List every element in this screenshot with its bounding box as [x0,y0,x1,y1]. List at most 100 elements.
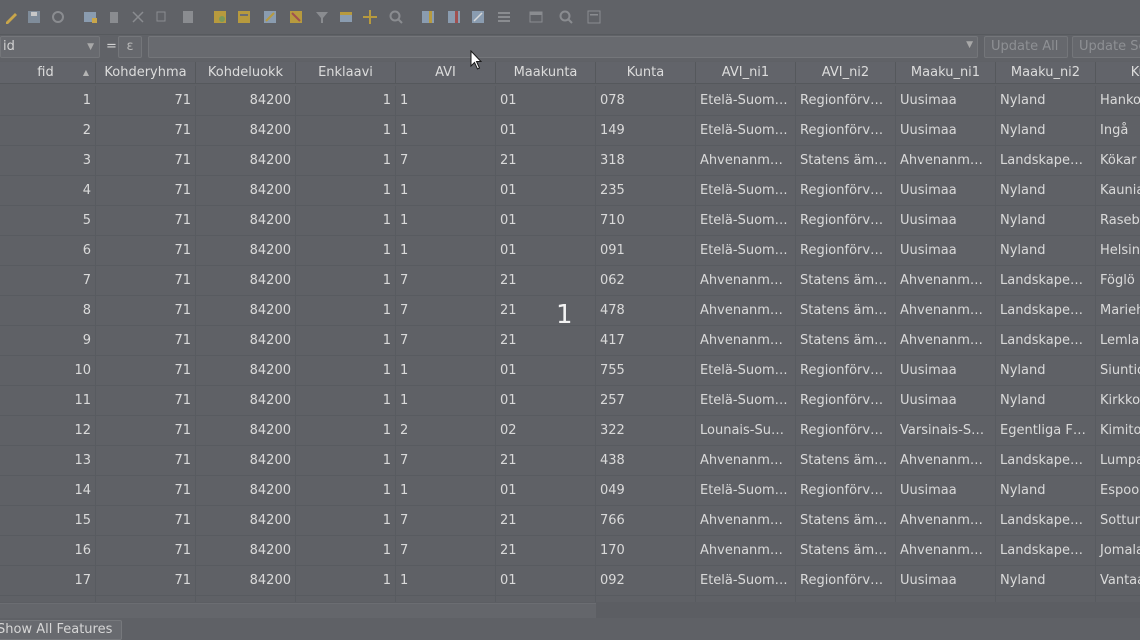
table-cell-kohdeluokk[interactable]: 84200 [196,86,296,116]
add-feature-icon[interactable] [82,9,98,25]
table-row[interactable]: 5 71 84200 1 1 01 710 Etelä-Suom… Regionförv… Uus… [0,206,1140,236]
table-cell-maakunta[interactable]: 21 [496,296,596,326]
table-cell-kohdeluokk[interactable]: 84200 [196,476,296,506]
table-cell-avi_ni2[interactable]: Statens äm… [796,266,896,296]
table-cell-kunta[interactable]: 235 [596,176,696,206]
table-cell-maaku_ni2[interactable]: Landskape… [996,446,1096,476]
table-cell-avi_ni2[interactable]: Statens äm… [796,536,896,566]
table-cell-kohdeluokk[interactable]: 84200 [196,116,296,146]
table-cell-kunta[interactable]: 092 [596,566,696,596]
table-cell-avi_ni2[interactable]: Regionförv… [796,356,896,386]
table-cell-maaku_ni2[interactable]: Nyland [996,116,1096,146]
column-header-enklaavi[interactable]: Enklaavi [296,62,396,84]
reload-icon[interactable] [50,9,66,25]
table-cell-fid[interactable]: 2 [0,116,96,146]
table-cell-fid[interactable]: 7 [0,266,96,296]
table-cell-maakunta[interactable]: 21 [496,146,596,176]
table-cell-avi[interactable]: 7 [396,506,496,536]
table-cell-fid[interactable]: 12 [0,416,96,446]
delete-feature-icon[interactable] [106,9,122,25]
table-cell-kohderyhma[interactable]: 71 [96,386,196,416]
column-header-kunta[interactable]: Kunta [596,62,696,84]
table-cell-avi_ni1[interactable]: Ahvenanm… [696,506,796,536]
table-row[interactable]: 6 71 84200 1 1 01 091 Etelä-Suom… Regionförv… Uus… [0,236,1140,266]
table-cell-maakunta[interactable]: 21 [496,326,596,356]
table-cell-kohdeluokk[interactable]: 84200 [196,356,296,386]
table-cell-kohdeluokk[interactable]: 84200 [196,446,296,476]
table-cell-enklaavi[interactable]: 1 [296,116,396,146]
table-cell-fid[interactable]: 4 [0,176,96,206]
table-cell-kunta[interactable]: 478 [596,296,696,326]
table-cell-avi[interactable]: 1 [396,236,496,266]
table-cell-kunta[interactable]: 710 [596,206,696,236]
table-cell-maaku_ni2[interactable]: Landskape… [996,146,1096,176]
table-cell-fid[interactable]: 17 [0,566,96,596]
table-cell-fid[interactable]: 13 [0,446,96,476]
table-cell-maaku_ni2[interactable]: Nyland [996,236,1096,266]
table-cell-kunt[interactable]: Kauniainen [1096,176,1140,206]
table-cell-avi_ni1[interactable]: Etelä-Suom… [696,116,796,146]
table-cell-fid[interactable]: 1 [0,86,96,116]
table-row[interactable]: 7 71 84200 1 7 21 062 Ahvenanm… Statens äm… Ahven… [0,266,1140,296]
table-cell-maaku_ni1[interactable]: Uusimaa [896,476,996,506]
table-cell-avi[interactable]: 7 [396,146,496,176]
table-cell-kunt[interactable]: Mariehamn [1096,296,1140,326]
table-cell-maakunta[interactable]: 01 [496,476,596,506]
table-cell-avi_ni2[interactable]: Regionförv… [796,386,896,416]
table-cell-kohderyhma[interactable]: 71 [96,416,196,446]
table-cell-avi_ni1[interactable]: Etelä-Suom… [696,476,796,506]
table-cell-kohderyhma[interactable]: 71 [96,326,196,356]
table-cell-maakunta[interactable]: 01 [496,176,596,206]
table-cell-maaku_ni1[interactable]: Uusimaa [896,176,996,206]
table-cell-kunt[interactable]: Sottunga [1096,506,1140,536]
table-cell-maaku_ni1[interactable]: Ahvenanm… [896,146,996,176]
table-cell-avi_ni1[interactable]: Etelä-Suom… [696,206,796,236]
table-cell-avi_ni2[interactable]: Statens äm… [796,146,896,176]
table-cell-kohdeluokk[interactable]: 84200 [196,506,296,536]
table-cell-avi_ni2[interactable]: Statens äm… [796,446,896,476]
table-cell-kunta[interactable]: 257 [596,386,696,416]
column-header-kohdeluokk[interactable]: Kohdeluokk [196,62,296,84]
table-cell-kunta[interactable]: 417 [596,326,696,356]
table-cell-kunta[interactable]: 091 [596,236,696,266]
table-cell-fid[interactable]: 16 [0,536,96,566]
table-cell-avi_ni2[interactable]: Regionförv… [796,236,896,266]
expression-input[interactable]: ▼ [148,36,978,58]
table-cell-kunt[interactable]: Hanko [1096,86,1140,116]
column-header-kunt[interactable]: Kunt [1096,62,1140,84]
table-cell-kohdeluokk[interactable]: 84200 [196,266,296,296]
table-cell-maaku_ni2[interactable]: Nyland [996,176,1096,206]
table-cell-avi_ni2[interactable]: Regionförv… [796,206,896,236]
table-cell-kohderyhma[interactable]: 71 [96,476,196,506]
update-selected-button[interactable]: Update Selected [1072,36,1140,58]
column-header-maakunta[interactable]: Maakunta [496,62,596,84]
table-cell-maakunta[interactable]: 01 [496,86,596,116]
table-row[interactable]: 10 71 84200 1 1 01 755 Etelä-Suom… Regionförv… Uu… [0,356,1140,386]
update-all-button[interactable]: Update All [984,36,1068,58]
table-cell-avi_ni1[interactable]: Ahvenanm… [696,266,796,296]
table-cell-avi[interactable]: 1 [396,386,496,416]
zoom-to-selection-icon[interactable] [388,9,404,25]
table-cell-maaku_ni1[interactable]: Uusimaa [896,236,996,266]
table-cell-kohderyhma[interactable]: 71 [96,86,196,116]
table-row[interactable]: 13 71 84200 1 7 21 438 Ahvenanm… Statens äm… Ahve… [0,446,1140,476]
table-cell-fid[interactable]: 15 [0,506,96,536]
table-cell-avi_ni1[interactable]: Etelä-Suom… [696,86,796,116]
table-cell-avi[interactable]: 1 [396,566,496,596]
table-cell-avi_ni2[interactable]: Regionförv… [796,116,896,146]
table-cell-kohderyhma[interactable]: 71 [96,446,196,476]
table-cell-kohdeluokk[interactable]: 84200 [196,236,296,266]
table-cell-kunt[interactable]: Kirkkonummi [1096,386,1140,416]
table-cell-kohderyhma[interactable]: 71 [96,356,196,386]
column-header-avi_ni1[interactable]: AVI_ni1 [696,62,796,84]
table-cell-kunt[interactable]: Kökar [1096,146,1140,176]
table-cell-kunt[interactable]: Jomala [1096,536,1140,566]
table-cell-kunt[interactable]: Kimitoön [1096,416,1140,446]
table-cell-avi_ni2[interactable]: Statens äm… [796,296,896,326]
paste-icon[interactable] [180,9,196,25]
table-cell-kohderyhma[interactable]: 71 [96,176,196,206]
actions-icon[interactable] [558,9,574,25]
table-cell-kunt[interactable]: Siuntio [1096,356,1140,386]
table-cell-kunta[interactable]: 170 [596,536,696,566]
table-cell-maakunta[interactable]: 01 [496,236,596,266]
